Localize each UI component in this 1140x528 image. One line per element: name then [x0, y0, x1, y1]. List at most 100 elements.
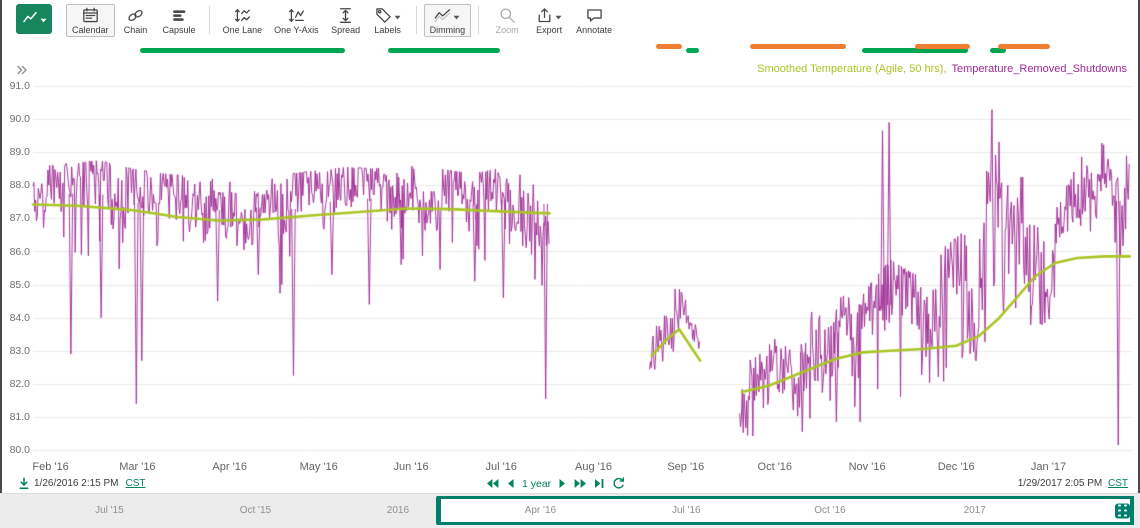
- capsule-bar-green[interactable]: [140, 48, 345, 53]
- y-axis-tick-label: 90.0: [0, 113, 30, 125]
- caret-down-icon: [394, 7, 401, 25]
- capsule-bar-orange[interactable]: [750, 44, 846, 49]
- trend-chart-icon: [22, 9, 38, 30]
- x-axis-tick-label: Feb '16: [32, 461, 68, 473]
- toolbar-dimming-button[interactable]: Dimming: [424, 4, 472, 37]
- range-end-datetime: 1/29/2017 2:05 PM: [1018, 478, 1103, 489]
- y-axis-tick-label: 86.0: [0, 246, 30, 258]
- toolbar-export-button[interactable]: Export: [528, 4, 570, 37]
- y-axis-tick-label: 82.0: [0, 378, 30, 390]
- toolbar-button-label: One Lane: [223, 25, 263, 35]
- zoom-icon: [499, 7, 516, 24]
- toolbar-one-lane-button[interactable]: One Lane: [217, 4, 269, 37]
- capsule-bar-green[interactable]: [686, 48, 699, 53]
- x-axis-tick-label: Mar '16: [119, 461, 155, 473]
- caret-down-icon: [40, 10, 47, 28]
- toolbar-labels-button[interactable]: Labels: [367, 4, 409, 37]
- capsule-bar-green[interactable]: [388, 48, 501, 53]
- y-axis-tick-label: 81.0: [0, 411, 30, 423]
- toolbar-button-label: Capsule: [163, 25, 196, 35]
- scrubber-tick-label: Jul '16: [672, 505, 701, 516]
- toolbar-chain-button[interactable]: Chain: [115, 4, 157, 37]
- capsule-icon: [171, 7, 188, 24]
- pan-left-button[interactable]: [506, 478, 515, 489]
- step-forward-button[interactable]: [574, 478, 587, 489]
- x-axis-tick-label: Oct '16: [758, 461, 793, 473]
- toolbar-zoom-button: Zoom: [486, 4, 528, 37]
- axis-expand-icon[interactable]: [16, 62, 28, 80]
- y-axis-tick-label: 80.0: [0, 444, 30, 456]
- toolbar-annotate-button[interactable]: Annotate: [570, 4, 618, 37]
- x-axis-tick-label: May '16: [300, 461, 338, 473]
- left-panel-edge: [0, 0, 2, 493]
- range-end-timezone-link[interactable]: CST: [1108, 478, 1128, 489]
- pan-right-button[interactable]: [558, 478, 567, 489]
- x-axis-tick-label: Dec '16: [938, 461, 975, 473]
- x-axis-tick-label: Apr '16: [212, 461, 247, 473]
- legend-item[interactable]: Smoothed Temperature (Agile, 50 hrs),: [757, 63, 946, 75]
- spread-icon: [337, 7, 354, 24]
- toolbar-button-label: Chain: [124, 25, 148, 35]
- toolbar-calendar-button[interactable]: Calendar: [66, 4, 115, 37]
- range-end-group: 1/29/2017 2:05 PM CST: [1018, 478, 1128, 489]
- x-axis-tick-label: Jan '17: [1031, 461, 1066, 473]
- range-start-timezone-link[interactable]: CST: [126, 478, 146, 489]
- capsule-lane: [0, 40, 1140, 58]
- one-y-axis-icon: [288, 7, 305, 24]
- timeline-scrubber[interactable]: Jul '15Oct '152016Apr '16Jul '16Oct '162…: [0, 493, 1140, 528]
- selection-left-handle[interactable]: [436, 496, 441, 525]
- scrubber-tick-label: 2017: [964, 505, 986, 516]
- capsule-bar-orange[interactable]: [915, 44, 970, 49]
- export-icon: [536, 7, 562, 24]
- toolbar-spread-button[interactable]: Spread: [325, 4, 367, 37]
- toolbar-button-label: Labels: [374, 25, 401, 35]
- selection-grip-handle[interactable]: [1115, 503, 1130, 518]
- jump-to-end-button[interactable]: [594, 478, 605, 489]
- trend-chart: Smoothed Temperature (Agile, 50 hrs), Tem…: [0, 58, 1140, 476]
- scrubber-tick-label: Oct '15: [240, 505, 271, 516]
- toolbar-button-label: Dimming: [430, 25, 466, 35]
- range-start-group: 1/26/2016 2:15 PM CST: [18, 477, 146, 490]
- y-axis-tick-label: 83.0: [0, 345, 30, 357]
- trend-chart-canvas[interactable]: [0, 58, 1140, 460]
- caret-down-icon: [555, 7, 562, 25]
- y-axis-tick-label: 89.0: [0, 146, 30, 158]
- scrubber-tick-label: Jul '15: [95, 505, 124, 516]
- toolbar-button-label: Calendar: [72, 25, 109, 35]
- scrubber-tick-label: Oct '16: [814, 505, 845, 516]
- legend: Smoothed Temperature (Agile, 50 hrs), Tem…: [752, 63, 1127, 75]
- refresh-button[interactable]: [612, 477, 625, 490]
- toolbar-capsule-button[interactable]: Capsule: [157, 4, 202, 37]
- y-axis-tick-label: 87.0: [0, 212, 30, 224]
- x-axis-tick-label: Aug '16: [575, 461, 612, 473]
- capsule-bar-orange[interactable]: [656, 44, 682, 49]
- x-axis-tick-label: Nov '16: [849, 461, 886, 473]
- step-back-button[interactable]: [486, 478, 499, 489]
- y-axis-tick-label: 91.0: [0, 80, 30, 92]
- toolbar-button-label: One Y-Axis: [274, 25, 319, 35]
- y-axis-tick-label: 84.0: [0, 312, 30, 324]
- range-duration-label[interactable]: 1 year: [522, 478, 551, 490]
- caret-down-icon: [453, 7, 460, 25]
- calendar-icon: [82, 7, 99, 24]
- range-start-datetime: 1/26/2016 2:15 PM: [34, 478, 119, 489]
- display-range-bar: 1/26/2016 2:15 PM CST 1 year 1/29/2017 2…: [0, 476, 1140, 493]
- labels-icon: [375, 7, 401, 24]
- investigate-range-icon[interactable]: [18, 477, 30, 490]
- toolbar-button-label: Annotate: [576, 25, 612, 35]
- x-axis-tick-label: Jul '16: [485, 461, 516, 473]
- chain-icon: [127, 7, 144, 24]
- legend-item[interactable]: Temperature_Removed_Shutdowns: [952, 63, 1128, 75]
- one-lane-icon: [234, 7, 251, 24]
- trend-view-button[interactable]: [16, 4, 52, 34]
- toolbar-separator: [416, 6, 417, 34]
- scrubber-tick-label: 2016: [387, 505, 409, 516]
- toolbar-button-label: Zoom: [496, 25, 519, 35]
- trend-analysis-window: Calendar Chain Capsule One Lane One Y-Axis Sp…: [0, 0, 1140, 528]
- x-axis-tick-label: Jun '16: [394, 461, 429, 473]
- toolbar: Calendar Chain Capsule One Lane One Y-Axis Sp…: [0, 0, 1140, 40]
- toolbar-one-y-axis-button[interactable]: One Y-Axis: [268, 4, 325, 37]
- dimming-icon: [434, 7, 460, 24]
- capsule-bar-orange[interactable]: [998, 44, 1050, 49]
- selection-right-handle[interactable]: [1130, 496, 1134, 525]
